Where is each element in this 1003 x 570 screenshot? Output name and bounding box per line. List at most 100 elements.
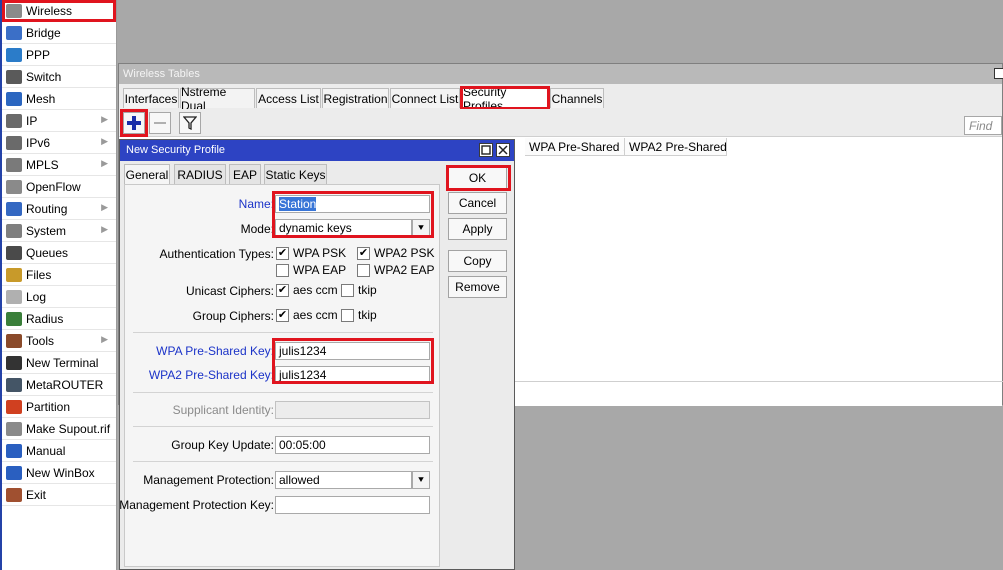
sidebar-item-exit[interactable]: Exit xyxy=(2,484,116,506)
divider xyxy=(133,392,433,393)
apply-button[interactable]: Apply xyxy=(448,218,507,240)
cancel-button[interactable]: Cancel xyxy=(448,192,507,214)
wpa-eap-checkbox[interactable] xyxy=(276,264,289,277)
maximize-icon[interactable] xyxy=(479,143,493,157)
wpa2-key-input[interactable]: julis1234 xyxy=(275,366,430,384)
group-ciphers-label: Group Ciphers: xyxy=(192,309,274,323)
mode-dropdown-button[interactable]: ⯆ xyxy=(412,219,430,237)
tab-registration[interactable]: Registration xyxy=(322,88,389,108)
sidebar-item-radius[interactable]: Radius xyxy=(2,308,116,330)
metarouter-icon xyxy=(6,377,22,392)
unicast-tkip-checkbox[interactable] xyxy=(341,284,354,297)
management-protection-select[interactable]: allowed xyxy=(275,471,412,489)
sidebar-item-tools[interactable]: Tools ▶ xyxy=(2,330,116,352)
sidebar-item-openflow[interactable]: OpenFlow xyxy=(2,176,116,198)
sidebar-item-ppp[interactable]: PPP xyxy=(2,44,116,66)
column-header[interactable]: WPA Pre-Shared ... xyxy=(525,138,625,156)
sidebar-item-ip[interactable]: IP ▶ xyxy=(2,110,116,132)
sidebar-item-partition[interactable]: Partition xyxy=(2,396,116,418)
tab-interfaces[interactable]: Interfaces xyxy=(123,88,179,108)
sidebar-item-label: PPP xyxy=(26,47,51,62)
group-key-update-label: Group Key Update: xyxy=(171,438,274,452)
tab-static-keys[interactable]: Static Keys xyxy=(264,164,327,184)
mode-select[interactable]: dynamic keys xyxy=(275,219,412,237)
management-protection-key-input[interactable] xyxy=(275,496,430,514)
sidebar-item-metarouter[interactable]: MetaROUTER xyxy=(2,374,116,396)
unicast-tkip-label: tkip xyxy=(358,283,377,297)
routing-icon xyxy=(6,201,22,216)
find-input[interactable]: Find xyxy=(964,116,1002,135)
sidebar-item-label: Queues xyxy=(26,245,69,260)
wpa-psk-checkbox[interactable]: ✔ xyxy=(276,247,289,260)
wpa2-eap-checkbox[interactable] xyxy=(357,264,370,277)
filter-button[interactable] xyxy=(179,112,201,134)
management-protection-key-label: Management Protection Key: xyxy=(119,498,274,512)
tab-general[interactable]: General xyxy=(124,164,170,185)
log-icon xyxy=(6,289,22,304)
name-input[interactable]: Station xyxy=(275,195,430,213)
tab-connect-list[interactable]: Connect List xyxy=(390,88,460,108)
wpa2-psk-label: WPA2 PSK xyxy=(374,246,435,260)
divider xyxy=(133,426,433,427)
tab-channels[interactable]: Channels xyxy=(550,88,604,108)
sidebar-item-ipv6[interactable]: IPv6 ▶ xyxy=(2,132,116,154)
remove-button[interactable] xyxy=(149,112,171,134)
copy-button[interactable]: Copy xyxy=(448,250,507,272)
ok-button[interactable]: OK xyxy=(448,167,507,189)
sidebar-item-bridge[interactable]: Bridge xyxy=(2,22,116,44)
sidebar-item-new-terminal[interactable]: New Terminal xyxy=(2,352,116,374)
submenu-arrow-icon: ▶ xyxy=(101,224,108,234)
sidebar-item-label: MPLS xyxy=(26,157,59,172)
filter-icon xyxy=(183,116,197,130)
group-tkip-checkbox[interactable] xyxy=(341,309,354,322)
submenu-arrow-icon: ▶ xyxy=(101,158,108,168)
tab-nstreme-dual[interactable]: Nstreme Dual xyxy=(180,85,255,113)
submenu-arrow-icon: ▶ xyxy=(101,202,108,212)
management-protection-dropdown-button[interactable]: ⯆ xyxy=(412,471,430,489)
add-button[interactable] xyxy=(120,109,148,137)
tab-radius[interactable]: RADIUS xyxy=(174,164,226,184)
sidebar-item-routing[interactable]: Routing ▶ xyxy=(2,198,116,220)
sidebar-item-mpls[interactable]: MPLS ▶ xyxy=(2,154,116,176)
sidebar-item-label: MetaROUTER xyxy=(26,377,104,392)
sidebar-item-new-winbox[interactable]: New WinBox xyxy=(2,462,116,484)
window-square-icon xyxy=(481,145,491,155)
system-icon xyxy=(6,223,22,238)
tools-icon xyxy=(6,333,22,348)
radius-icon xyxy=(6,311,22,326)
wpa-key-label: WPA Pre-Shared Key: xyxy=(156,344,274,358)
sidebar-item-make-supout-rif[interactable]: Make Supout.rif xyxy=(2,418,116,440)
column-header[interactable]: WPA2 Pre-Shared... xyxy=(625,138,727,156)
mpls-icon xyxy=(6,157,22,172)
name-label: Name: xyxy=(238,197,274,211)
sidebar-item-label: Log xyxy=(26,289,47,304)
group-key-update-input[interactable]: 00:05:00 xyxy=(275,436,430,454)
sidebar-item-label: System xyxy=(26,223,67,238)
sidebar-item-log[interactable]: Log xyxy=(2,286,116,308)
sidebar-item-wireless[interactable]: Wireless xyxy=(2,0,116,22)
sidebar-item-mesh[interactable]: Mesh xyxy=(2,88,116,110)
tab-eap[interactable]: EAP xyxy=(229,164,261,184)
group-aes-ccm-checkbox[interactable]: ✔ xyxy=(276,309,289,322)
sidebar-item-queues[interactable]: Queues xyxy=(2,242,116,264)
ip-icon xyxy=(6,113,22,128)
sidebar-item-system[interactable]: System ▶ xyxy=(2,220,116,242)
remove-profile-button[interactable]: Remove xyxy=(448,276,507,298)
sidebar-item-label: Wireless xyxy=(26,3,73,18)
close-icon[interactable] xyxy=(496,143,510,157)
dialog-titlebar[interactable]: New Security Profile xyxy=(120,140,514,161)
maximize-icon[interactable] xyxy=(994,68,1003,79)
sidebar-item-switch[interactable]: Switch xyxy=(2,66,116,88)
sidebar-item-label: Switch xyxy=(26,69,62,84)
tab-security-profiles[interactable]: Security Profiles xyxy=(460,85,550,113)
tab-access-list[interactable]: Access List xyxy=(256,88,321,108)
divider xyxy=(133,461,433,462)
wpa2-psk-checkbox[interactable]: ✔ xyxy=(357,247,370,260)
exit-icon xyxy=(6,487,22,502)
unicast-aes-ccm-checkbox[interactable]: ✔ xyxy=(276,284,289,297)
wpa-key-input[interactable]: julis1234 xyxy=(275,342,430,360)
sidebar-item-manual[interactable]: Manual xyxy=(2,440,116,462)
window-titlebar[interactable]: Wireless Tables xyxy=(119,64,1003,84)
submenu-arrow-icon: ▶ xyxy=(101,114,108,124)
sidebar-item-files[interactable]: Files xyxy=(2,264,116,286)
